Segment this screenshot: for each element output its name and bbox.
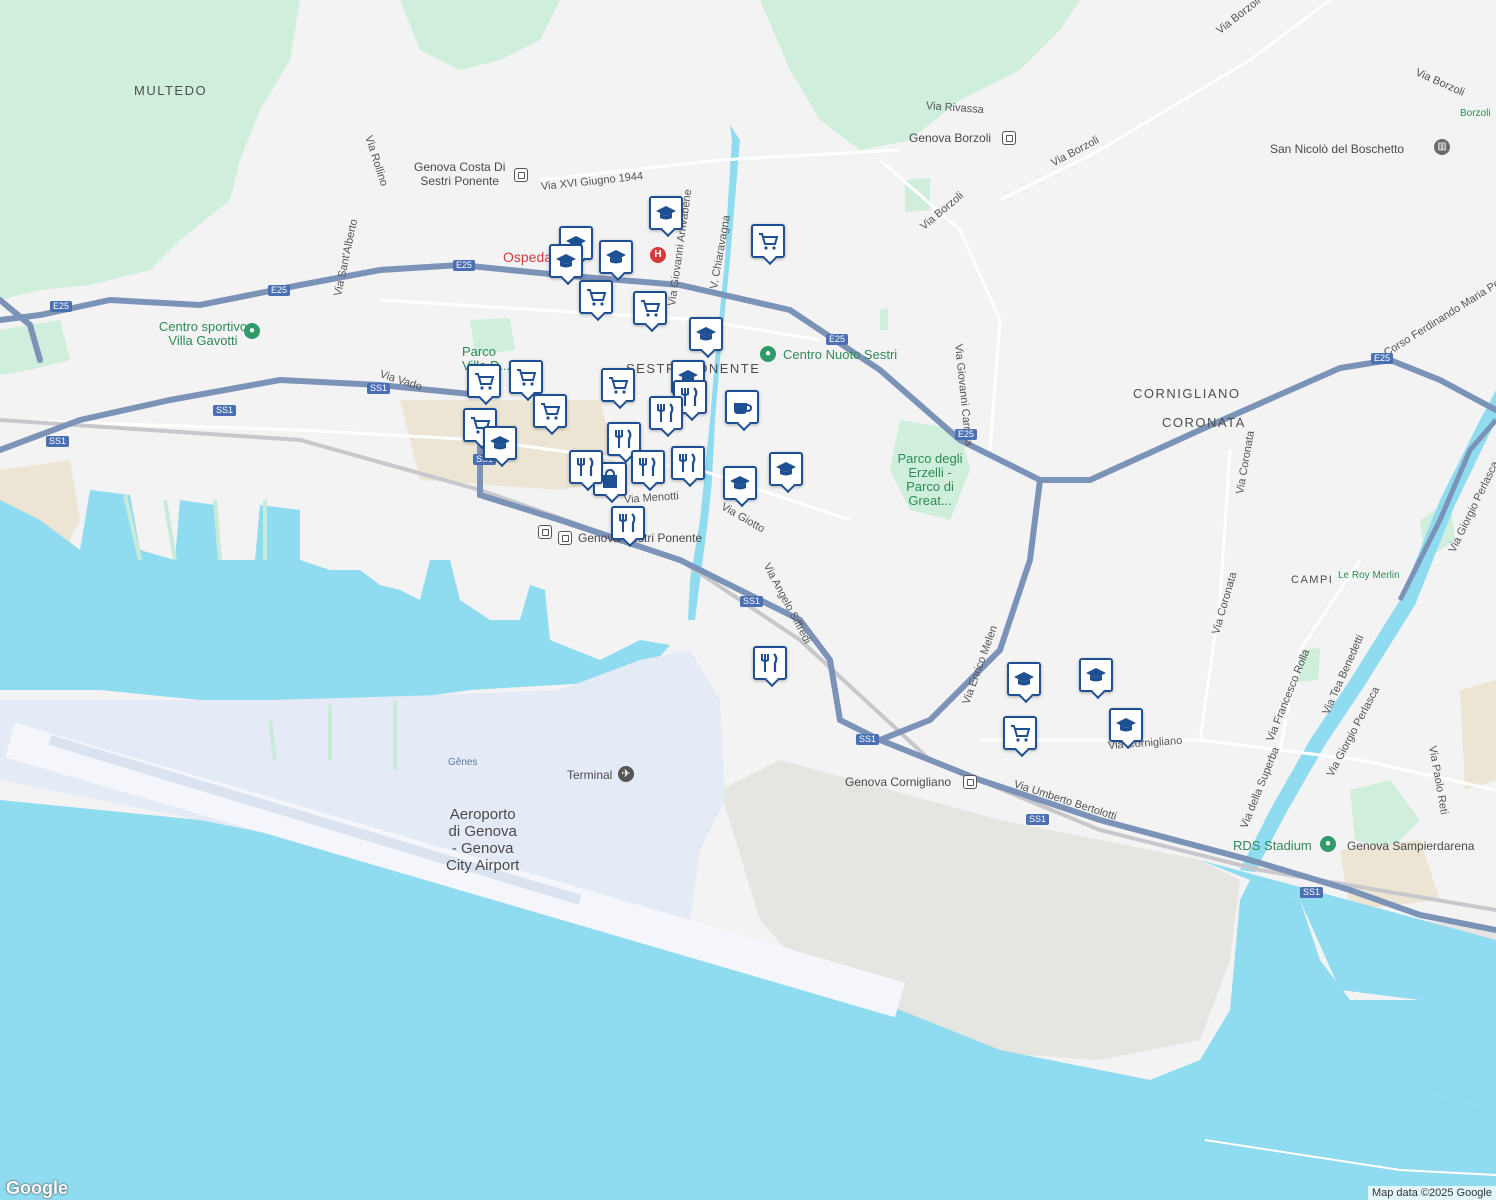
route-shield-ss1: SS1: [367, 383, 391, 394]
poi-pin-school[interactable]: [649, 196, 683, 230]
place-label-borzoli: Borzoli: [1460, 108, 1491, 119]
park-icon[interactable]: ●: [760, 346, 776, 362]
poi-pin-school[interactable]: [689, 317, 723, 351]
rail-station-icon[interactable]: [538, 525, 552, 539]
poi-pin-school[interactable]: [549, 244, 583, 278]
route-shield-ss1: SS1: [856, 734, 880, 745]
area-label-cornigliano: CORNIGLIANO: [1133, 386, 1241, 401]
poi-pin-cart[interactable]: [601, 368, 635, 402]
park-icon[interactable]: ●: [244, 323, 260, 339]
route-shield-e25: E25: [826, 334, 849, 345]
route-shield-e25: E25: [1371, 353, 1394, 364]
school-icon: [1116, 718, 1136, 732]
poi-pin-cafe[interactable]: [725, 390, 759, 424]
shopping-cart-icon: [541, 403, 561, 420]
school-icon: [606, 250, 626, 264]
school-icon: [1086, 668, 1106, 682]
school-icon: [490, 436, 510, 450]
airplane-icon[interactable]: ✈: [618, 766, 634, 782]
poi-pin-restaurant[interactable]: [611, 506, 645, 540]
restaurant-icon: [615, 429, 632, 448]
school-icon: [556, 254, 576, 268]
place-label-airport[interactable]: Aeroporto di Genova - Genova City Airpor…: [446, 806, 519, 874]
route-shield-ss1: SS1: [46, 436, 70, 447]
poi-pin-school[interactable]: [723, 466, 757, 500]
area-label-coronata: CORONATA: [1162, 415, 1246, 430]
place-label-parco-erzelli[interactable]: Parco degli Erzelli - Parco di Great...: [880, 452, 980, 508]
poi-pin-school[interactable]: [483, 426, 517, 460]
rail-station-icon[interactable]: [514, 168, 528, 182]
restaurant-icon: [761, 653, 778, 672]
shopping-cart-icon: [475, 373, 495, 390]
poi-pin-cart[interactable]: [1003, 716, 1037, 750]
poi-pin-cart[interactable]: [533, 394, 567, 428]
poi-pin-cart[interactable]: [509, 360, 543, 394]
place-label-genes: Gênes: [448, 757, 478, 768]
school-icon: [776, 462, 796, 476]
poi-pin-restaurant[interactable]: [649, 396, 683, 430]
route-shield-e25: E25: [50, 301, 73, 312]
hospital-icon[interactable]: H: [650, 247, 666, 263]
poi-pin-school[interactable]: [1109, 708, 1143, 742]
place-label-centro-nuoto[interactable]: Centro Nuoto Sestri: [783, 348, 897, 362]
cafe-icon: [734, 403, 753, 414]
route-shield-e25: E25: [955, 429, 978, 440]
poi-pin-school[interactable]: [769, 452, 803, 486]
school-icon: [730, 476, 750, 490]
shopping-cart-icon: [641, 300, 661, 317]
poi-pin-school[interactable]: [1007, 662, 1041, 696]
poi-pin-restaurant[interactable]: [753, 646, 787, 680]
poi-pin-school[interactable]: [599, 240, 633, 274]
route-shield-e25: E25: [453, 260, 476, 271]
poi-pin-restaurant[interactable]: [631, 450, 665, 484]
place-label-genova-costa[interactable]: Genova Costa Di Sestri Ponente: [414, 160, 505, 188]
shopping-cart-icon: [517, 369, 537, 386]
poi-pin-cart[interactable]: [467, 364, 501, 398]
school-icon: [656, 206, 676, 220]
poi-pin-cart[interactable]: [633, 291, 667, 325]
poi-pin-restaurant[interactable]: [569, 450, 603, 484]
place-label-genova-borzoli[interactable]: Genova Borzoli: [909, 131, 991, 145]
route-shield-ss1: SS1: [213, 405, 237, 416]
shopping-cart-icon: [587, 289, 607, 306]
shopping-cart-icon: [609, 377, 629, 394]
poi-pin-restaurant[interactable]: [671, 446, 705, 480]
landmark-icon[interactable]: ▥: [1434, 139, 1450, 155]
restaurant-icon: [639, 457, 656, 476]
shopping-cart-icon: [1011, 725, 1031, 742]
place-label-san-nicolo[interactable]: San Nicolò del Boschetto: [1270, 142, 1404, 156]
route-shield-ss1: SS1: [1300, 887, 1324, 898]
place-label-genova-sampierdarena[interactable]: Genova Sampierdarena: [1347, 839, 1474, 853]
area-label-multedo: MULTEDO: [134, 83, 208, 98]
route-shield-ss1: SS1: [740, 596, 764, 607]
school-icon: [1014, 672, 1034, 686]
area-label-campi: CAMPI: [1291, 574, 1334, 586]
map-attribution[interactable]: Map data ©2025 Google: [1367, 1186, 1496, 1200]
place-label-genova-cornigliano[interactable]: Genova Cornigliano: [845, 775, 951, 789]
school-icon: [696, 327, 716, 341]
restaurant-icon: [679, 453, 696, 472]
place-label-rds-stadium[interactable]: RDS Stadium: [1233, 839, 1312, 853]
google-logo: Google: [6, 1178, 68, 1198]
rail-station-icon[interactable]: [1002, 131, 1016, 145]
restaurant-icon: [619, 513, 636, 532]
poi-pin-cart[interactable]: [579, 280, 613, 314]
route-shield-ss1: SS1: [1026, 814, 1050, 825]
poi-pin-school[interactable]: [1079, 658, 1113, 692]
stadium-icon[interactable]: ●: [1320, 836, 1336, 852]
rail-station-icon[interactable]: [558, 531, 572, 545]
poi-pin-cart[interactable]: [751, 224, 785, 258]
rail-station-icon[interactable]: [963, 775, 977, 789]
place-label-terminal[interactable]: Terminal: [567, 768, 612, 782]
shopping-cart-icon: [759, 233, 779, 250]
place-label-le-roy-merlin[interactable]: Le Roy Merlin: [1338, 570, 1400, 581]
route-shield-e25: E25: [268, 285, 291, 296]
restaurant-icon: [577, 457, 594, 476]
restaurant-icon: [657, 403, 674, 422]
